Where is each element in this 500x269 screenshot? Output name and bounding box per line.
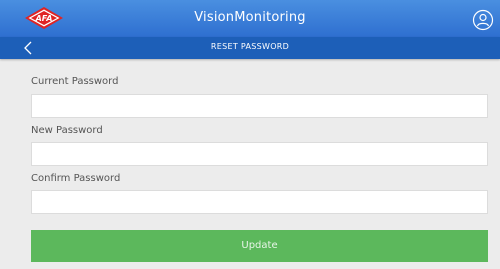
reset-password-screen: AFA VisionMonitoring RESET PASSWORD Curr… [0, 0, 500, 269]
app-title: VisionMonitoring [194, 10, 306, 25]
confirm-password-field[interactable] [31, 190, 488, 214]
confirm-password-label: Confirm Password [31, 173, 121, 184]
current-password-label: Current Password [31, 76, 119, 87]
new-password-label: New Password [31, 125, 103, 136]
update-button[interactable]: Update [31, 230, 488, 262]
user-circle-icon[interactable] [472, 9, 494, 31]
app-header: AFA VisionMonitoring [0, 0, 500, 37]
new-password-field[interactable] [31, 142, 488, 166]
page-header: RESET PASSWORD [0, 37, 500, 59]
page-title: RESET PASSWORD [210, 42, 290, 51]
current-password-field[interactable] [31, 94, 488, 118]
